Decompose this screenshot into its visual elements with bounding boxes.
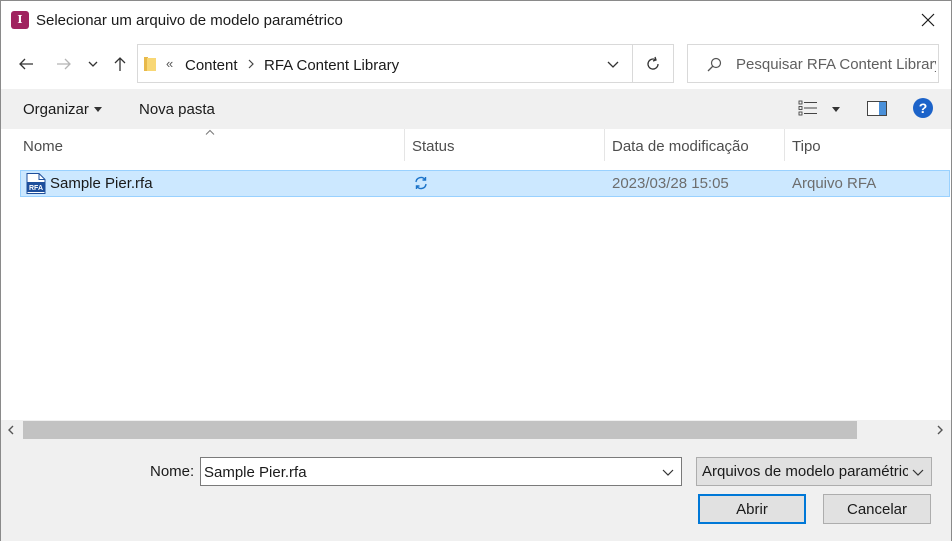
sort-ascending-icon (205, 129, 215, 135)
file-name-input[interactable] (204, 462, 644, 482)
chevron-down-icon[interactable] (911, 465, 925, 479)
caret-down-icon[interactable] (832, 107, 840, 112)
recent-locations-button[interactable] (83, 52, 103, 76)
arrow-right-icon (57, 58, 71, 70)
close-icon (921, 13, 935, 27)
caret-down-icon[interactable] (94, 107, 102, 112)
app-icon: I (11, 11, 29, 29)
svg-text:RFA: RFA (29, 185, 43, 192)
file-list-header: Nome Status Data de modificação Tipo (1, 129, 951, 167)
help-icon[interactable]: ? (913, 98, 933, 118)
file-type-selected: Arquivos de modelo paramétrico (702, 463, 908, 480)
back-button[interactable] (14, 52, 38, 76)
chevron-down-icon[interactable] (604, 55, 622, 73)
file-type: Arquivo RFA (792, 175, 877, 192)
command-bar: Organizar Nova pasta ? (1, 89, 951, 129)
scroll-left-icon[interactable] (5, 424, 17, 436)
file-name-combobox[interactable] (200, 457, 682, 486)
rfa-file-icon: RFA (26, 173, 46, 194)
breadcrumb-content[interactable]: Content (185, 57, 238, 74)
open-button[interactable]: Abrir (698, 494, 806, 524)
arrow-left-icon (19, 58, 33, 70)
file-name-label: Nome: (150, 463, 195, 480)
close-button[interactable] (905, 1, 951, 39)
address-row: « Content RFA Content Library (1, 41, 951, 87)
file-name: Sample Pier.rfa (50, 175, 153, 192)
refresh-button[interactable] (633, 44, 674, 83)
horizontal-scrollbar[interactable] (1, 420, 951, 441)
scroll-right-icon[interactable] (934, 424, 946, 436)
dialog-footer: Nome: Arquivos de modelo paramétrico Abr… (1, 441, 951, 541)
details-view-icon[interactable] (798, 100, 818, 116)
column-header-type[interactable]: Tipo (792, 138, 821, 155)
arrow-up-icon (114, 57, 126, 71)
preview-pane-icon[interactable] (867, 101, 887, 116)
column-divider[interactable] (404, 129, 405, 161)
scrollbar-thumb[interactable] (23, 421, 857, 439)
column-divider[interactable] (784, 129, 785, 161)
search-icon (707, 57, 722, 72)
breadcrumb-rfa-content-library[interactable]: RFA Content Library (264, 57, 399, 74)
column-header-status[interactable]: Status (412, 138, 455, 155)
chevron-down-icon[interactable] (661, 465, 675, 479)
file-row[interactable]: RFA Sample Pier.rfa 2023/03/28 15:05 Arq… (20, 170, 950, 197)
column-header-name[interactable]: Nome (23, 138, 63, 155)
file-date-modified: 2023/03/28 15:05 (612, 175, 729, 192)
search-input[interactable] (736, 54, 936, 74)
dialog-title: Selecionar um arquivo de modelo paramétr… (36, 12, 343, 29)
refresh-icon (647, 56, 659, 70)
search-box[interactable] (687, 44, 939, 83)
breadcrumb-overflow[interactable]: « (166, 56, 173, 71)
cancel-button[interactable]: Cancelar (823, 494, 931, 524)
up-button[interactable] (108, 52, 132, 76)
chevron-right-icon[interactable] (246, 57, 256, 71)
organize-menu-button[interactable]: Organizar (23, 101, 89, 118)
sync-icon (415, 176, 427, 190)
address-bar[interactable]: « Content RFA Content Library (137, 44, 633, 83)
chevron-down-icon (88, 61, 98, 67)
forward-button[interactable] (52, 52, 76, 76)
file-type-select[interactable]: Arquivos de modelo paramétrico (696, 457, 932, 486)
folder-icon (144, 57, 156, 71)
file-open-dialog: I Selecionar um arquivo de modelo paramé… (0, 0, 952, 541)
column-header-date-modified[interactable]: Data de modificação (612, 138, 749, 155)
column-divider[interactable] (604, 129, 605, 161)
title-bar: I Selecionar um arquivo de modelo paramé… (1, 1, 951, 39)
new-folder-button[interactable]: Nova pasta (139, 101, 215, 118)
